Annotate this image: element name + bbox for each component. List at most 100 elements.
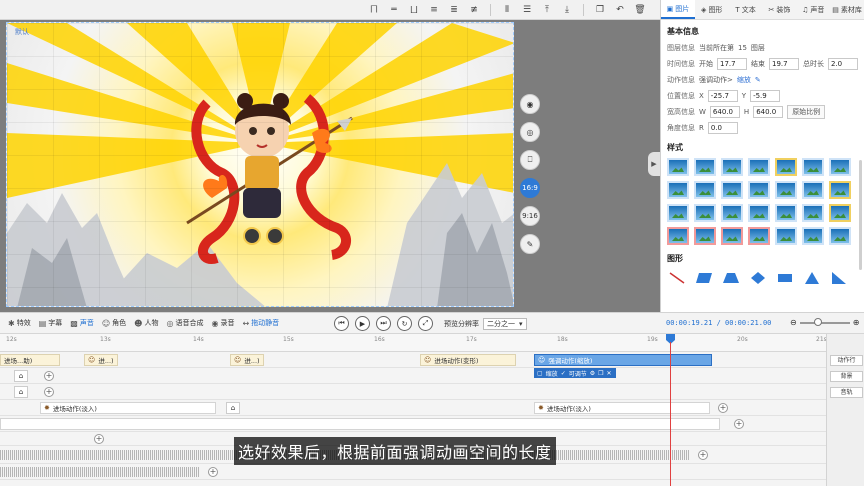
style-thumbnail[interactable] — [748, 227, 770, 245]
align-bottom-icon[interactable]: ⨆ — [406, 3, 422, 17]
background-button[interactable]: 背景 — [830, 371, 863, 382]
style-thumbnail[interactable] — [694, 158, 716, 176]
add-clip-button[interactable]: + — [718, 403, 728, 413]
style-thumbnail[interactable] — [667, 181, 689, 199]
style-thumbnail[interactable] — [775, 158, 797, 176]
style-thumbnail[interactable] — [694, 227, 716, 245]
style-thumbnail[interactable] — [802, 227, 824, 245]
reset-ratio-button[interactable]: 原始比例 — [787, 105, 826, 119]
style-thumbnail[interactable] — [721, 158, 743, 176]
tab-image[interactable]: ▣ 图片 — [661, 0, 695, 19]
action-effect-link[interactable]: 缩放 — [737, 75, 751, 85]
style-thumbnail[interactable] — [775, 227, 797, 245]
timeline-clip[interactable] — [0, 418, 720, 430]
distribute-h-icon[interactable]: ⫴ — [499, 3, 515, 17]
fullscreen-button[interactable]: ⤢ — [418, 316, 433, 331]
panel-collapse-button[interactable]: ▶ — [648, 152, 660, 176]
style-thumbnail[interactable] — [829, 181, 851, 199]
previous-frame-button[interactable]: ⏮ — [334, 316, 349, 331]
distribute-v-icon[interactable]: ☰ — [519, 3, 535, 17]
undo-icon[interactable]: ↶ — [612, 3, 628, 17]
style-thumbnail[interactable] — [829, 204, 851, 222]
y-input[interactable]: -5.9 — [750, 90, 781, 102]
rotation-input[interactable]: 0.0 — [707, 122, 738, 134]
style-thumbnail[interactable] — [721, 181, 743, 199]
zoom-out-icon[interactable]: ⊖ — [790, 318, 797, 327]
align-right-icon[interactable]: ≢ — [466, 3, 482, 17]
add-clip-button[interactable]: + — [94, 434, 104, 444]
tab-sound[interactable]: ♫ 声音 — [796, 0, 830, 19]
style-thumbnail[interactable] — [721, 227, 743, 245]
delete-icon[interactable]: 🗑 — [632, 3, 648, 17]
camera-icon[interactable]: ◎ — [520, 122, 540, 142]
style-thumbnail[interactable] — [829, 227, 851, 245]
line-shape-icon[interactable] — [667, 271, 687, 285]
style-thumbnail[interactable] — [829, 158, 851, 176]
timeline-clip[interactable]: ✸ 进场动作(淡入) — [534, 402, 710, 414]
add-clip-button[interactable]: + — [734, 419, 744, 429]
timeline-ruler[interactable]: 12s 13s 14s 15s 16s 17s 18s 19s 20s 21s — [0, 334, 827, 352]
ratio-16-9-button[interactable]: 16:9 — [520, 178, 540, 198]
height-input[interactable]: 640.0 — [753, 106, 784, 118]
edit-icon[interactable]: ✎ — [755, 76, 761, 84]
sound-button[interactable]: ▩ 声音 — [70, 318, 94, 328]
align-top-icon[interactable]: ⨅ — [366, 3, 382, 17]
drag-mute-button[interactable]: ↔ 拖动静音 — [242, 318, 279, 328]
zoom-in-icon[interactable]: ⊕ — [853, 318, 860, 327]
timeline-clip[interactable]: ☺ 进...) — [230, 354, 264, 366]
tts-button[interactable]: ◎ 语音合成 — [167, 318, 204, 328]
align-center-icon[interactable]: ≣ — [446, 3, 462, 17]
zoom-slider-knob[interactable] — [813, 317, 822, 326]
character-button[interactable]: ☺ 角色 — [102, 318, 126, 328]
style-thumbnail[interactable] — [667, 204, 689, 222]
add-clip-button[interactable]: + — [44, 387, 54, 397]
style-thumbnail[interactable] — [721, 204, 743, 222]
style-thumbnail[interactable] — [694, 204, 716, 222]
rectangle-shape-icon[interactable] — [775, 271, 795, 285]
style-thumbnail[interactable] — [802, 204, 824, 222]
next-frame-button[interactable]: ⏭ — [376, 316, 391, 331]
add-clip-button[interactable]: + — [698, 450, 708, 460]
music-button[interactable]: 音轨 — [830, 387, 863, 398]
panel-scrollbar[interactable] — [859, 160, 862, 270]
align-left-icon[interactable]: ≡ — [426, 3, 442, 17]
track-lock-icon[interactable]: ⌂ — [14, 370, 28, 382]
style-thumbnail[interactable] — [694, 181, 716, 199]
layer-up-icon[interactable]: ⤒ — [539, 3, 555, 17]
total-time-input[interactable]: 2.0 — [828, 58, 858, 70]
play-button[interactable]: ▶ — [355, 316, 370, 331]
style-thumbnail[interactable] — [748, 204, 770, 222]
record-button[interactable]: ◉ 录音 — [212, 318, 235, 328]
style-thumbnail[interactable] — [667, 158, 689, 176]
audio-waveform[interactable] — [0, 467, 200, 477]
x-input[interactable]: -25.7 — [707, 90, 738, 102]
preview-resolution-select[interactable]: 二分之一 ▾ — [483, 318, 527, 330]
trapezoid-shape-icon[interactable] — [721, 271, 741, 285]
diamond-shape-icon[interactable] — [748, 271, 768, 285]
style-thumbnail[interactable] — [775, 181, 797, 199]
right-triangle-shape-icon[interactable] — [829, 271, 849, 285]
action-row-button[interactable]: 动作行 — [830, 355, 863, 366]
timeline-clip[interactable]: ✸ 进场动作(淡入) — [40, 402, 216, 414]
tab-text[interactable]: T 文本 — [729, 0, 763, 19]
style-thumbnail[interactable] — [775, 204, 797, 222]
style-thumbnail[interactable] — [748, 181, 770, 199]
align-middle-icon[interactable]: ═ — [386, 3, 402, 17]
timeline-clip[interactable]: 进场...助) — [0, 354, 60, 366]
track-lock-icon[interactable]: ⌂ — [226, 402, 240, 414]
subtitle-button[interactable]: ▤ 字幕 — [39, 318, 63, 328]
style-thumbnail[interactable] — [802, 158, 824, 176]
action-type[interactable]: 强调动作> — [699, 75, 733, 85]
tab-library[interactable]: ▤ 素材库 — [830, 0, 864, 19]
tab-shape[interactable]: ◈ 图形 — [695, 0, 729, 19]
timeline-clip[interactable]: ☺ 进...) — [84, 354, 118, 366]
loop-button[interactable]: ↻ — [397, 316, 412, 331]
zoom-slider[interactable] — [799, 317, 850, 326]
edit-icon[interactable]: ✎ — [520, 234, 540, 254]
screenshot-icon[interactable]: ◉ — [520, 94, 540, 114]
ratio-9-16-button[interactable]: 9:16 — [520, 206, 540, 226]
effects-button[interactable]: ✱ 特效 — [8, 318, 31, 328]
track-lock-icon[interactable]: ⌂ — [14, 386, 28, 398]
tab-decoration[interactable]: ✂ 装饰 — [762, 0, 796, 19]
start-time-input[interactable]: 17.7 — [717, 58, 747, 70]
